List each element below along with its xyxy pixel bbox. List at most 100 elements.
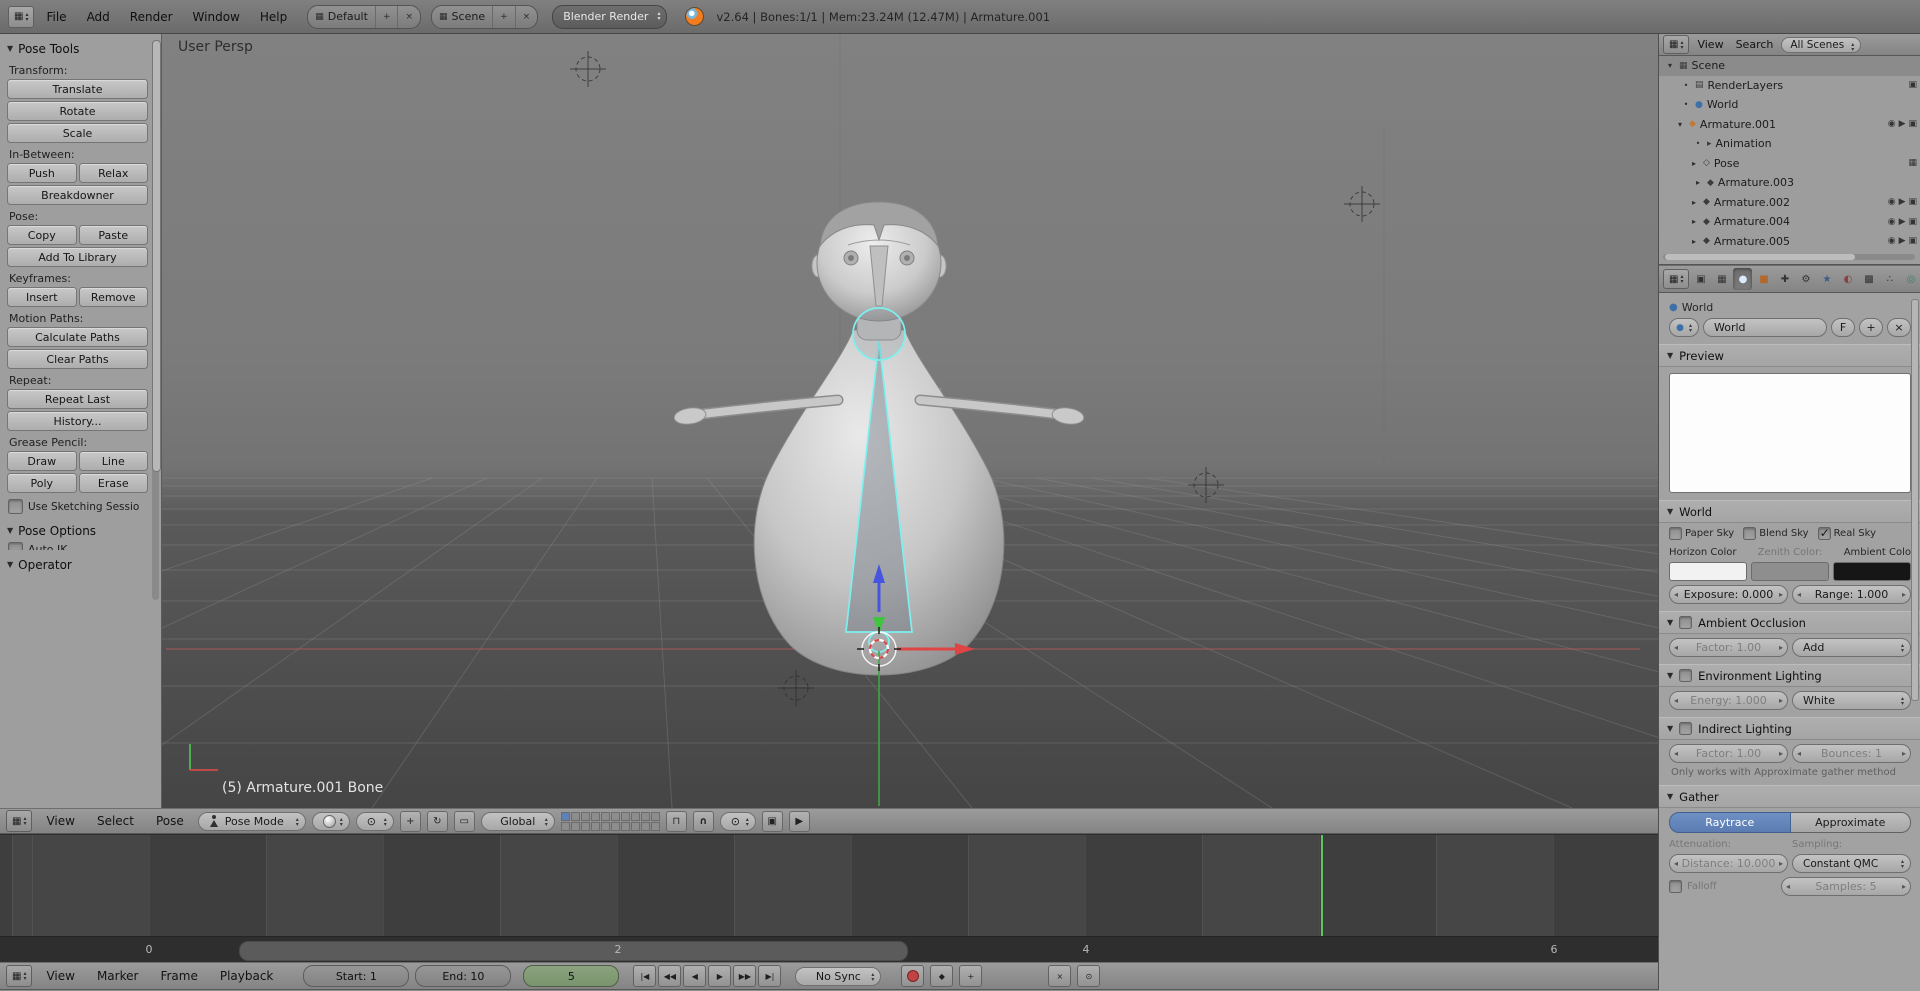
fake-user-button[interactable]: F <box>1831 318 1855 337</box>
right-hand[interactable] <box>1051 406 1085 426</box>
tab-constraints[interactable]: ✚ <box>1775 268 1794 290</box>
menu-render[interactable]: Render <box>122 8 181 26</box>
breadcrumb[interactable]: World <box>1682 301 1714 314</box>
translate-button[interactable]: Translate <box>7 79 148 99</box>
layers-widget[interactable] <box>560 811 660 831</box>
close-scene-button[interactable] <box>514 5 538 28</box>
gp-poly-button[interactable]: Poly <box>7 473 77 493</box>
empty-object[interactable] <box>778 670 814 706</box>
use-sketching-checkbox[interactable] <box>8 499 23 514</box>
tab-render[interactable]: ▣ <box>1691 268 1710 290</box>
3d-viewport[interactable]: User Persp (5) Armature.001 Bone Pose To… <box>0 34 1658 808</box>
menu-pose[interactable]: Pose <box>148 812 192 830</box>
panel-header-indirect-lighting[interactable]: Indirect Lighting <box>1659 717 1920 740</box>
pivot-point-select[interactable] <box>355 811 394 831</box>
push-button[interactable]: Push <box>7 163 77 183</box>
tab-world[interactable]: ● <box>1733 268 1753 290</box>
insert-keyframe-button[interactable]: Insert <box>7 287 77 307</box>
menu-select[interactable]: Select <box>89 812 142 830</box>
selectable-icon[interactable]: ▶ <box>1899 197 1906 207</box>
expander-icon[interactable]: ▸ <box>1689 159 1699 168</box>
ao-factor-slider[interactable]: Factor: 1.00 <box>1669 638 1788 657</box>
menu-marker[interactable]: Marker <box>89 967 146 985</box>
editor-type-button[interactable]: ▴ ▾ <box>1663 35 1690 54</box>
unlink-world-button[interactable] <box>1887 318 1911 337</box>
sync-playback-toggle[interactable] <box>1077 965 1101 987</box>
samples-slider[interactable]: Samples: 5 <box>1781 877 1911 896</box>
selectable-icon[interactable]: ▶ <box>1899 119 1906 129</box>
empty-object[interactable] <box>1188 467 1224 503</box>
horizon-color-swatch[interactable] <box>1669 562 1747 581</box>
current-frame-field[interactable]: 5 <box>523 965 620 987</box>
panel-header-preview[interactable]: Preview <box>1659 344 1920 367</box>
env-color-select[interactable]: White <box>1792 691 1911 710</box>
menu-frame[interactable]: Frame <box>152 967 205 985</box>
layer-cell[interactable] <box>590 821 600 831</box>
empty-object[interactable] <box>1344 186 1380 222</box>
screen-layout-name[interactable]: Default <box>328 10 368 23</box>
scrollbar-handle[interactable] <box>152 40 161 472</box>
prev-keyframe-button[interactable]: ◀◀ <box>658 965 682 987</box>
world-name-field[interactable]: World <box>1703 318 1827 337</box>
timeline-scrollbar[interactable]: 0 2 4 6 <box>0 936 1658 963</box>
outliner-item-armature-004[interactable]: ▸ ◆ Armature.004 ◉ ▶ ▣ <box>1659 212 1920 232</box>
translate-manipulator-toggle[interactable]: + <box>399 810 421 832</box>
screen-layout-selector[interactable]: Default <box>307 4 422 29</box>
rotate-manipulator-toggle[interactable]: ↻ <box>426 810 448 832</box>
panel-header-gather[interactable]: Gather <box>1659 785 1920 808</box>
layer-cell[interactable] <box>620 811 630 821</box>
menu-file[interactable]: File <box>38 8 74 26</box>
layer-cell[interactable] <box>560 811 570 821</box>
empty-object[interactable] <box>570 51 606 87</box>
history-button[interactable]: History... <box>7 411 148 431</box>
insert-keyframe-button[interactable] <box>959 965 983 987</box>
layer-cell[interactable] <box>650 821 660 831</box>
gp-draw-button[interactable]: Draw <box>7 451 77 471</box>
layer-cell[interactable] <box>630 811 640 821</box>
layer-cell[interactable] <box>610 821 620 831</box>
tab-object[interactable]: ■ <box>1754 268 1773 290</box>
next-keyframe-button[interactable]: ▶▶ <box>733 965 757 987</box>
outliner-item-world[interactable]: • World <box>1659 95 1920 115</box>
scene-selector[interactable]: Scene <box>431 4 539 29</box>
scale-manipulator-toggle[interactable]: ▭ <box>453 810 475 832</box>
menu-view[interactable]: View <box>1693 38 1727 51</box>
panel-header-ambient-occlusion[interactable]: Ambient Occlusion <box>1659 611 1920 634</box>
outliner-item-animation[interactable]: • ▸ Animation <box>1659 134 1920 154</box>
clear-paths-button[interactable]: Clear Paths <box>7 349 148 369</box>
current-frame-indicator[interactable] <box>1321 835 1323 936</box>
close-screen-button[interactable] <box>397 5 420 28</box>
raytrace-button[interactable]: Raytrace <box>1669 812 1791 833</box>
outliner-item-armature-001[interactable]: ▾ ◆ Armature.001 ◉ ▶ ▣ <box>1659 115 1920 135</box>
indirect-bounces-slider[interactable]: Bounces: 1 <box>1792 744 1911 763</box>
editor-type-button[interactable]: ▴ ▾ <box>1663 269 1690 289</box>
layer-cell[interactable] <box>620 821 630 831</box>
ao-blend-select[interactable]: Add <box>1792 638 1911 657</box>
menu-window[interactable]: Window <box>185 8 248 26</box>
ambient-color-swatch[interactable] <box>1833 562 1911 581</box>
layer-cell[interactable] <box>640 821 650 831</box>
panel-header-pose-options[interactable]: Pose Options <box>0 520 161 541</box>
outliner-item-renderlayers[interactable]: • ▤ RenderLayers ▣ <box>1659 76 1920 96</box>
snap-toggle[interactable] <box>692 810 714 832</box>
eye-icon[interactable]: ◉ <box>1888 236 1896 246</box>
env-energy-slider[interactable]: Energy: 1.000 <box>1669 691 1788 710</box>
transform-orientation-select[interactable]: Global <box>480 811 555 831</box>
editor-type-button[interactable]: ▴ ▾ <box>6 965 33 987</box>
ogl-render-animation-button[interactable] <box>788 810 810 832</box>
tab-modifiers[interactable]: ⚙ <box>1796 268 1815 290</box>
panel-header-pose-tools[interactable]: Pose Tools <box>0 38 161 59</box>
layer-cell[interactable] <box>610 811 620 821</box>
add-world-button[interactable] <box>1859 318 1883 337</box>
layer-cell[interactable] <box>560 821 570 831</box>
layer-cell[interactable] <box>630 821 640 831</box>
timeline-editor[interactable]: 0 2 4 6 <box>0 834 1658 963</box>
expander-icon[interactable]: ▾ <box>1665 61 1675 70</box>
layer-cell[interactable] <box>590 811 600 821</box>
panel-header-environment-lighting[interactable]: Environment Lighting <box>1659 664 1920 687</box>
world-browse-select[interactable] <box>1669 318 1699 337</box>
start-frame-field[interactable]: Start: 1 <box>303 965 410 987</box>
repeat-last-button[interactable]: Repeat Last <box>7 389 148 409</box>
scrollbar-handle[interactable] <box>1665 254 1855 260</box>
remove-keyframe-button[interactable]: Remove <box>78 287 148 307</box>
